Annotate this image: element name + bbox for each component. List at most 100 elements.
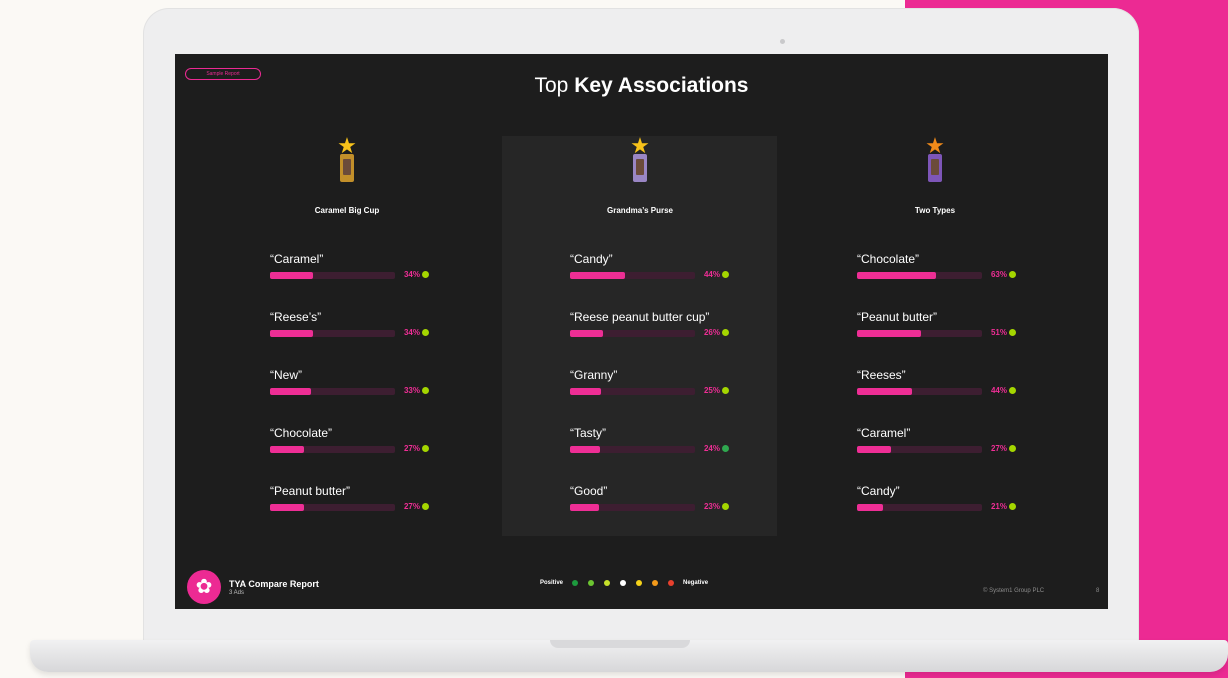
- association-bar-track: [857, 446, 982, 453]
- sentiment-dot-icon: [1009, 387, 1016, 394]
- association-item: “Reese’s” 34%: [270, 310, 435, 342]
- association-percent: 63%: [990, 270, 1007, 279]
- association-bar-track: [570, 388, 695, 395]
- association-percent: 21%: [990, 502, 1007, 511]
- association-item: “Candy” 21%: [857, 484, 1022, 516]
- association-bar-fill: [570, 504, 599, 511]
- system1-logo-icon: ✿: [187, 570, 221, 604]
- association-percent: 27%: [403, 444, 420, 453]
- legend-positive-label: Positive: [540, 580, 564, 586]
- association-bar-track: [270, 504, 395, 511]
- association-percent: 51%: [990, 328, 1007, 337]
- ad-column-2: ★ Grandma’s Purse “Candy” 44% “Reese pea…: [510, 135, 770, 536]
- association-bar-fill: [570, 272, 625, 279]
- legend-negative-label: Negative: [683, 580, 709, 586]
- report-subtitle: 3 Ads: [229, 590, 245, 596]
- association-bar-track: [570, 330, 695, 337]
- association-label: “Reese’s”: [270, 310, 322, 324]
- association-percent: 23%: [703, 502, 720, 511]
- legend-dot-icon: [588, 580, 595, 586]
- association-label: “Good”: [570, 484, 608, 498]
- sentiment-dot-icon: [722, 445, 729, 452]
- sentiment-dot-icon: [422, 329, 429, 336]
- association-percent: 34%: [403, 328, 420, 337]
- association-bar-fill: [270, 330, 313, 337]
- association-percent: 27%: [403, 502, 420, 511]
- association-label: “Reese peanut butter cup”: [570, 310, 710, 324]
- association-item: “Tasty” 24%: [570, 426, 735, 458]
- star-icon: ★: [925, 133, 945, 158]
- legend-dot-icon: [636, 580, 643, 586]
- association-percent: 44%: [990, 386, 1007, 395]
- association-label: “Reeses”: [857, 368, 906, 382]
- association-bar-track: [270, 388, 395, 395]
- title-bold: Key Associations: [574, 74, 749, 97]
- association-bar-fill: [270, 446, 304, 453]
- ad-name: Two Types: [914, 206, 956, 215]
- webcam-icon: [780, 39, 785, 44]
- association-percent: 34%: [403, 270, 420, 279]
- association-bar-track: [857, 388, 982, 395]
- sentiment-dot-icon: [1009, 503, 1016, 510]
- association-bar-track: [270, 330, 395, 337]
- association-bar-track: [570, 272, 695, 279]
- sentiment-dot-icon: [422, 387, 429, 394]
- association-percent: 33%: [403, 386, 420, 395]
- association-label: “Chocolate”: [270, 426, 333, 440]
- association-bar-fill: [857, 504, 884, 511]
- legend-dot-icon: [668, 580, 675, 586]
- association-percent: 26%: [703, 328, 720, 337]
- association-item: “Granny” 25%: [570, 368, 735, 400]
- association-bar-fill: [857, 446, 891, 453]
- association-item: “Chocolate” 63%: [857, 252, 1022, 284]
- association-percent: 27%: [990, 444, 1007, 453]
- legend-dot-icon: [604, 580, 611, 586]
- association-label: “Peanut butter”: [857, 310, 938, 324]
- sentiment-dot-icon: [422, 445, 429, 452]
- ad-thumbnail: ★: [627, 135, 653, 182]
- slide-title: Top Key Associations: [175, 74, 1108, 98]
- sentiment-dot-icon: [422, 271, 429, 278]
- association-bar-track: [857, 330, 982, 337]
- association-bar-track: [857, 272, 982, 279]
- ad-thumbnail: ★: [334, 133, 360, 182]
- association-percent: 25%: [703, 386, 720, 395]
- association-label: “Caramel”: [270, 252, 324, 266]
- association-bar-fill: [857, 388, 912, 395]
- report-title: TYA Compare Report: [229, 579, 319, 589]
- star-icon: ★: [337, 133, 357, 158]
- association-bar-fill: [857, 272, 936, 279]
- association-label: “Granny”: [570, 368, 618, 382]
- association-item: “New” 33%: [270, 368, 435, 400]
- sentiment-dot-icon: [1009, 445, 1016, 452]
- association-label: “Chocolate”: [857, 252, 920, 266]
- association-bar-fill: [570, 446, 600, 453]
- association-bar-fill: [270, 388, 312, 395]
- ad-image: [340, 154, 354, 182]
- legend-dot-icon: [572, 580, 579, 586]
- sentiment-legend: Positive Negative: [540, 577, 708, 589]
- laptop-notch: [550, 640, 690, 648]
- ad-image: [633, 154, 647, 182]
- association-label: “Caramel”: [857, 426, 911, 440]
- association-bar-track: [270, 272, 395, 279]
- sentiment-dot-icon: [422, 503, 429, 510]
- sentiment-dot-icon: [722, 503, 729, 510]
- association-item: “Caramel” 34%: [270, 252, 435, 284]
- ad-image: [928, 154, 942, 182]
- ad-name: Caramel Big Cup: [314, 206, 380, 215]
- ad-name: Grandma’s Purse: [607, 206, 673, 215]
- association-percent: 24%: [703, 444, 720, 453]
- association-label: “Tasty”: [570, 426, 606, 440]
- presentation-slide: Sample Report Top Key Associations ★ Car…: [175, 54, 1108, 609]
- sentiment-dot-icon: [722, 387, 729, 394]
- ad-column-3: ★ Two Types “Chocolate” 63% “Peanut butt…: [805, 133, 1065, 536]
- sentiment-dot-icon: [722, 271, 729, 278]
- association-label: “New”: [270, 368, 302, 382]
- association-bar-fill: [270, 272, 313, 279]
- association-bar-track: [570, 504, 695, 511]
- association-percent: 44%: [703, 270, 720, 279]
- legend-dot-icon: [652, 580, 659, 586]
- association-bar-fill: [570, 330, 603, 337]
- association-bar-track: [270, 446, 395, 453]
